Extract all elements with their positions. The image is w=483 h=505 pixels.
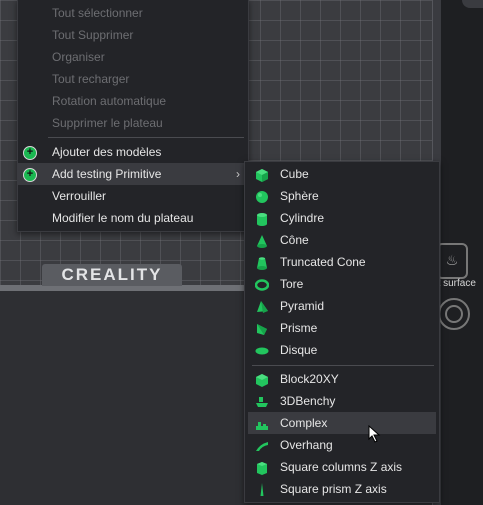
mouse-cursor-icon <box>368 424 382 443</box>
menu-item-label: Tout sélectionner <box>52 6 143 20</box>
menu-item-reload-all[interactable]: Tout recharger <box>18 68 248 90</box>
submenu-item-label: Overhang <box>280 438 333 452</box>
brand-label: CREALITY <box>42 264 182 286</box>
menu-item-label: Organiser <box>52 50 105 64</box>
menu-separator <box>48 137 244 138</box>
submenu-item-label: Square columns Z axis <box>280 460 403 474</box>
submenu-item-complex[interactable]: Complex <box>248 412 436 434</box>
submenu-item-prism[interactable]: Prisme <box>248 317 436 339</box>
menu-item-label: Verrouiller <box>52 189 107 203</box>
submenu-item-cube[interactable]: Cube <box>248 163 436 185</box>
menu-item-rename-plate[interactable]: Modifier le nom du plateau <box>18 207 248 229</box>
menu-item-label: Supprimer le plateau <box>52 116 163 130</box>
menu-item-lock[interactable]: Verrouiller <box>18 185 248 207</box>
overhang-icon <box>255 439 268 452</box>
menu-item-add-models[interactable]: + Ajouter des modèles <box>18 141 248 163</box>
menu-item-label: Tout Supprimer <box>52 28 134 42</box>
square-prism-icon <box>255 483 268 496</box>
submenu-item-truncated-cone[interactable]: Truncated Cone <box>248 251 436 273</box>
primitive-submenu: Cube Sphère Cylindre Cône Truncated Cone… <box>244 161 440 503</box>
pyramid-icon <box>255 300 268 313</box>
submenu-item-3dbenchy[interactable]: 3DBenchy <box>248 390 436 412</box>
submenu-item-label: Tore <box>280 277 304 291</box>
submenu-item-label: Prisme <box>280 321 318 335</box>
menu-item-label: Rotation automatique <box>52 94 167 108</box>
submenu-item-label: Sphère <box>280 189 319 203</box>
disk-icon <box>255 344 269 357</box>
submenu-item-cone[interactable]: Cône <box>248 229 436 251</box>
truncated-cone-icon <box>255 256 268 270</box>
submenu-item-square-columns[interactable]: Square columns Z axis <box>248 456 436 478</box>
submenu-item-sphere[interactable]: Sphère <box>248 185 436 207</box>
plate-context-menu: Tout sélectionner Tout Supprimer Organis… <box>17 0 249 232</box>
square-columns-icon <box>255 461 268 475</box>
add-model-icon: + <box>23 146 37 160</box>
submenu-item-label: Block20XY <box>280 372 339 386</box>
cone-icon <box>255 234 268 248</box>
submenu-item-label: 3DBenchy <box>280 394 336 408</box>
fingerprint-icon-inner <box>445 305 463 323</box>
complex-icon <box>255 417 268 430</box>
benchy-icon <box>255 395 268 408</box>
menu-item-auto-rotate[interactable]: Rotation automatique <box>18 90 248 112</box>
menu-item-label: Tout recharger <box>52 72 130 86</box>
submenu-item-label: Truncated Cone <box>280 255 366 269</box>
menu-item-label: Ajouter des modèles <box>52 145 162 159</box>
submenu-item-label: Square prism Z axis <box>280 482 387 496</box>
submenu-item-block20xy[interactable]: Block20XY <box>248 368 436 390</box>
submenu-item-overhang[interactable]: Overhang <box>248 434 436 456</box>
sphere-icon <box>255 190 268 203</box>
menu-item-delete-plate[interactable]: Supprimer le plateau <box>18 112 248 134</box>
menu-item-add-testing-primitive[interactable]: + Add testing Primitive › <box>18 163 248 185</box>
printer-frame-corner <box>462 0 483 8</box>
hot-surface-icon: ♨ <box>436 243 468 279</box>
submenu-item-label: Pyramid <box>280 299 325 313</box>
submenu-item-cylinder[interactable]: Cylindre <box>248 207 436 229</box>
block20xy-icon <box>255 373 268 387</box>
menu-item-label: Modifier le nom du plateau <box>52 211 194 225</box>
menu-item-label: Add testing Primitive <box>52 167 162 181</box>
submenu-item-label: Cône <box>280 233 309 247</box>
chevron-right-icon: › <box>236 167 240 181</box>
submenu-item-square-prism[interactable]: Square prism Z axis <box>248 478 436 500</box>
submenu-item-label: Disque <box>280 343 318 357</box>
cube-icon <box>255 168 268 182</box>
submenu-item-pyramid[interactable]: Pyramid <box>248 295 436 317</box>
menu-item-select-all[interactable]: Tout sélectionner <box>18 2 248 24</box>
cylinder-icon <box>255 212 268 226</box>
submenu-item-label: Cylindre <box>280 211 325 225</box>
torus-icon <box>255 278 269 291</box>
submenu-item-label: Cube <box>280 167 309 181</box>
submenu-item-torus[interactable]: Tore <box>248 273 436 295</box>
submenu-item-label: Complex <box>280 416 328 430</box>
submenu-separator <box>252 365 434 366</box>
menu-item-arrange[interactable]: Organiser <box>18 46 248 68</box>
submenu-item-disk[interactable]: Disque <box>248 339 436 361</box>
add-primitive-icon: + <box>23 168 37 182</box>
prism-icon <box>255 322 268 335</box>
menu-item-delete-all[interactable]: Tout Supprimer <box>18 24 248 46</box>
